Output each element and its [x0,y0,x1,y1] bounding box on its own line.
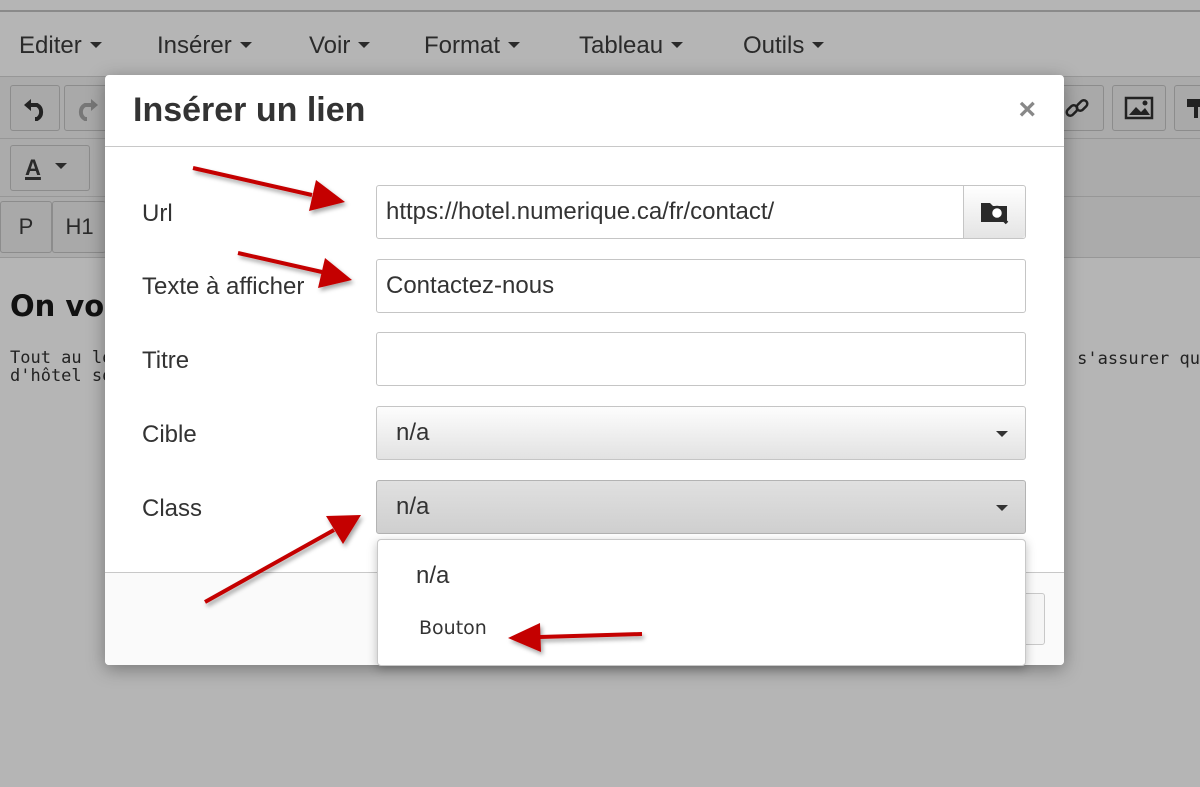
menu-editer-label: Editer [19,32,82,59]
format-p-button[interactable]: P [0,201,52,253]
url-input[interactable] [386,198,1025,226]
menu-voir[interactable]: Voir [309,32,371,60]
menu-inserer-label: Insérer [157,32,232,59]
menu-format[interactable]: Format [424,32,521,60]
text-to-display-label: Texte à afficher [142,273,305,300]
url-field [376,185,1026,239]
menu-format-label: Format [424,32,501,59]
format-p-label: P [18,214,34,239]
dialog-title: Insérer un lien [133,91,366,129]
target-select-value: n/a [396,419,430,446]
class-option-na[interactable]: n/a [416,562,449,590]
text-to-display-input[interactable] [386,272,1025,300]
title-field [376,332,1026,386]
caret-down-icon [812,41,825,48]
class-select-value: n/a [396,493,430,520]
image-icon [1124,96,1154,120]
dialog-header: Insérer un lien × [105,75,1064,147]
chevron-down-icon [996,505,1008,511]
url-label: Url [142,200,173,227]
class-dropdown-menu: n/a Bouton [377,539,1026,666]
folder-search-icon [980,203,1008,225]
redo-button[interactable] [64,85,110,131]
caret-down-icon [358,41,371,48]
browse-button[interactable] [963,186,1025,238]
text-to-display-field [376,259,1026,313]
more-tools-button[interactable] [1174,85,1200,131]
caret-down-icon [89,41,102,48]
insert-image-button[interactable] [1112,85,1166,131]
window-top-edge [0,0,1200,12]
format-h1-label: H1 [65,214,94,239]
document-paragraph: Tout au lo d'hôtel so [10,349,112,385]
menubar: Editer Insérer Voir Format Tableau Outil… [0,14,1200,76]
menu-editer[interactable]: Editer [19,32,102,60]
menu-voir-label: Voir [309,32,351,59]
paragraph-line-1-tail: s'assurer qu [1077,349,1200,369]
document-heading: On vo [10,289,105,323]
close-icon[interactable]: × [1018,95,1036,125]
chevron-down-icon [996,431,1008,437]
undo-icon [24,99,44,121]
redo-icon [78,99,98,121]
target-label: Cible [142,421,197,448]
menu-inserer[interactable]: Insérer [157,32,252,60]
menu-tableau[interactable]: Tableau [579,32,684,60]
link-icon [1065,98,1089,118]
format-h1-button[interactable]: H1 [52,201,106,253]
paragraph-line-2: d'hôtel so [10,366,113,386]
menu-tableau-label: Tableau [579,32,664,59]
title-label: Titre [142,347,190,374]
text-color-button[interactable]: A [10,145,90,191]
class-label: Class [142,495,203,522]
undo-button[interactable] [10,85,60,131]
caret-down-icon [508,41,521,48]
paragraph-line-1: Tout au lo [10,348,113,368]
title-input[interactable] [386,345,1025,373]
text-color-icon: A [25,155,41,180]
menu-outils-label: Outils [743,32,805,59]
caret-down-icon [239,41,252,48]
target-select[interactable]: n/a [376,406,1026,460]
caret-down-icon [54,163,67,169]
menu-outils[interactable]: Outils [743,32,825,60]
caret-down-icon [671,41,684,48]
class-option-bouton[interactable]: Bouton [419,617,487,639]
paint-icon [1187,99,1200,118]
class-select[interactable]: n/a [376,480,1026,534]
